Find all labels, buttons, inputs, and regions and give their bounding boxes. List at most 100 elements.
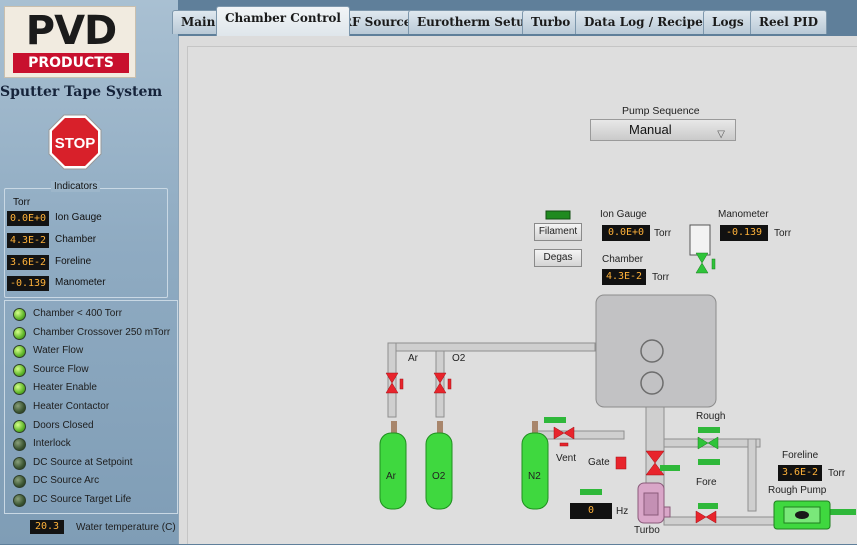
rough-status-bar-bottom bbox=[698, 459, 720, 465]
fore-status-bar bbox=[698, 503, 718, 509]
status-led-icon bbox=[13, 345, 26, 359]
rough-pump-label: Rough Pump bbox=[768, 485, 827, 496]
status-led-label: Doors Closed bbox=[33, 419, 94, 431]
ar-label: Ar bbox=[408, 353, 418, 364]
tab-reel-pid[interactable]: Reel PID bbox=[750, 10, 828, 34]
status-led-label: Chamber Crossover 250 mTorr bbox=[33, 326, 171, 338]
n2-status-bar bbox=[544, 417, 566, 423]
system-title: Sputter Tape System bbox=[0, 84, 163, 100]
logo-text: PVD bbox=[25, 8, 117, 54]
o2-valve-actuator[interactable] bbox=[447, 378, 452, 390]
gate-valve-actuator[interactable] bbox=[615, 456, 627, 470]
status-led-label: Heater Contactor bbox=[33, 401, 110, 412]
chamber-control-panel: Pump Sequence Manual ▽ Ion Gauge 0.0E+0 … bbox=[178, 36, 857, 544]
indicator-value: 0.0E+0 bbox=[7, 211, 49, 226]
status-led-icon bbox=[13, 382, 26, 396]
filament-button[interactable]: Filament bbox=[534, 223, 582, 241]
status-led-label: Interlock bbox=[33, 438, 71, 450]
tab-data-log-recipes[interactable]: Data Log / Recipes bbox=[575, 10, 719, 34]
indicator-label: Manometer bbox=[55, 277, 106, 288]
tab-chamber-control[interactable]: Chamber Control bbox=[216, 6, 350, 36]
manometer-unit: Torr bbox=[774, 228, 792, 239]
vent-line-pipe bbox=[535, 430, 625, 440]
manometer-valve-top[interactable] bbox=[695, 252, 709, 264]
indicators-group: Indicators Torr 0.0E+0 Ion Gauge 4.3E-2 … bbox=[4, 181, 168, 298]
o2-cylinder-label: O2 bbox=[432, 471, 446, 482]
pump-sequence-value: Manual bbox=[629, 122, 672, 137]
indicator-value: 4.3E-2 bbox=[7, 233, 49, 248]
ar-valve-actuator[interactable] bbox=[399, 378, 404, 390]
chamber-label: Chamber bbox=[602, 254, 644, 265]
foreline-value: 3.6E-2 bbox=[778, 465, 822, 481]
ar-cylinder-label: Ar bbox=[386, 471, 396, 482]
degas-button[interactable]: Degas bbox=[534, 249, 582, 267]
status-led-icon bbox=[13, 326, 26, 340]
manometer-device bbox=[689, 224, 711, 256]
stop-button[interactable]: STOP bbox=[48, 114, 102, 170]
manometer-valve-actuator[interactable] bbox=[711, 258, 716, 270]
rough-pump-status-bar bbox=[830, 509, 856, 515]
process-chamber bbox=[595, 294, 717, 408]
logo-subtext: PRODUCTS bbox=[13, 53, 129, 73]
turbo-label: Turbo bbox=[634, 525, 660, 536]
fore-label: Fore bbox=[696, 477, 717, 488]
chevron-down-icon: ▽ bbox=[717, 129, 725, 140]
gate-label: Gate bbox=[588, 457, 610, 468]
gas-manifold-pipe bbox=[387, 342, 596, 352]
rough-pump[interactable] bbox=[773, 500, 831, 530]
schematic-area: Pump Sequence Manual ▽ Ion Gauge 0.0E+0 … bbox=[187, 46, 857, 544]
rough-drop-pipe bbox=[747, 438, 757, 512]
chamber-value: 4.3E-2 bbox=[602, 269, 646, 285]
ar-cylinder[interactable] bbox=[379, 421, 407, 510]
foreline-unit: Torr bbox=[828, 468, 846, 479]
vacuum-schematic bbox=[379, 210, 856, 530]
status-led-icon bbox=[13, 363, 26, 377]
indicators-unit: Torr bbox=[13, 197, 31, 208]
status-led-icon bbox=[13, 494, 26, 507]
turbo-speed-unit: Hz bbox=[616, 506, 629, 517]
stop-label: STOP bbox=[55, 135, 96, 152]
left-panel: PVD PRODUCTS Sputter Tape System STOP In… bbox=[0, 0, 178, 544]
chamber-unit: Torr bbox=[652, 272, 670, 283]
status-led-label: DC Source Target Life bbox=[33, 494, 132, 505]
pump-sequence-label: Pump Sequence bbox=[622, 105, 700, 117]
rough-label: Rough bbox=[696, 411, 726, 422]
indicator-label: Foreline bbox=[55, 256, 92, 267]
tab-logs[interactable]: Logs bbox=[703, 10, 753, 34]
status-led-label: Water Flow bbox=[33, 345, 84, 357]
tab-turbo[interactable]: Turbo bbox=[522, 10, 580, 34]
status-led-icon bbox=[13, 419, 26, 433]
turbo-speed-value: 0 bbox=[570, 503, 612, 519]
status-led-label: Source Flow bbox=[33, 363, 89, 375]
status-led-label: Chamber < 400 Torr bbox=[33, 308, 123, 319]
status-led-group: Chamber < 400 Torr Chamber Crossover 250 … bbox=[4, 300, 178, 514]
status-led-icon bbox=[13, 438, 26, 452]
indicator-value: -0.139 bbox=[7, 276, 49, 291]
filament-led bbox=[545, 210, 571, 220]
status-led-label: Heater Enable bbox=[33, 382, 97, 394]
ion-gauge-value: 0.0E+0 bbox=[602, 225, 650, 241]
pvd-logo: PVD PRODUCTS bbox=[4, 6, 136, 78]
o2-label: O2 bbox=[452, 353, 466, 364]
n2-cylinder-label: N2 bbox=[528, 471, 541, 482]
turbo-pump[interactable] bbox=[637, 482, 671, 524]
water-temp-value: 20.3 bbox=[30, 520, 64, 534]
ion-gauge-label: Ion Gauge bbox=[600, 209, 647, 220]
indicator-value: 3.6E-2 bbox=[7, 255, 49, 270]
manometer-value: -0.139 bbox=[720, 225, 768, 241]
vent-valve-actuator[interactable] bbox=[559, 442, 569, 447]
manometer-valve-bottom[interactable] bbox=[695, 262, 709, 274]
gate-status-bar bbox=[660, 465, 680, 471]
manometer-label: Manometer bbox=[718, 209, 769, 220]
indicator-label: Chamber bbox=[55, 234, 97, 245]
rough-status-bar-top bbox=[698, 427, 720, 433]
status-led-label: DC Source Arc bbox=[33, 475, 100, 487]
vent-label: Vent bbox=[556, 453, 577, 464]
o2-cylinder[interactable] bbox=[425, 421, 453, 510]
water-temp-label: Water temperature (C) bbox=[76, 522, 176, 533]
tab-bar: Main Chamber Control RF Source Eurotherm… bbox=[170, 6, 857, 36]
pump-sequence-dropdown[interactable]: Manual ▽ bbox=[590, 119, 736, 141]
status-led-label: DC Source at Setpoint bbox=[33, 456, 133, 468]
status-led-icon bbox=[13, 475, 26, 489]
foreline-label: Foreline bbox=[782, 450, 819, 461]
